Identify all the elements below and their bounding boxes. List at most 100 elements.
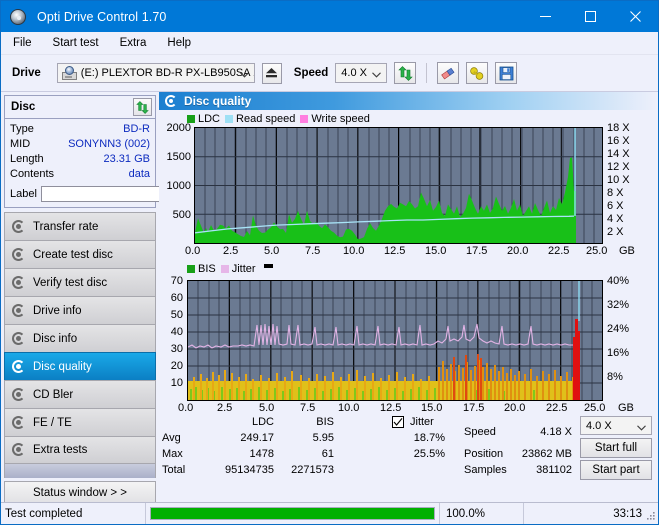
menu-item-extra[interactable]: Extra [118, 35, 149, 51]
chevron-down-icon [637, 422, 646, 434]
legend-entry-jitter: Jitter [220, 263, 256, 275]
legend-marker-icon [263, 264, 273, 268]
chart-ldc-yticr-8: 8 X [607, 187, 624, 199]
speed-select[interactable]: 4.0 X [335, 63, 388, 83]
disc-icon [12, 387, 26, 402]
chart-ldc-ytick-1000: 1000 [166, 180, 191, 192]
chart-ldc-xlabel: GB [619, 245, 635, 257]
sidebar-item-cd-bler[interactable]: CD Bler [4, 380, 156, 408]
chart-bis-plot [187, 280, 603, 401]
progress-percent: 100.0% [439, 503, 523, 524]
sidebar-item-fe-te[interactable]: FE / TE [4, 408, 156, 436]
chart-bis-ytick-30: 30 [170, 343, 183, 355]
refresh-button[interactable] [394, 62, 417, 84]
chart-ldc-yticr-18: 18 X [607, 122, 630, 134]
start-part-button[interactable]: Start part [580, 460, 652, 480]
sidebar-item-verify-test-disc[interactable]: Verify test disc [4, 268, 156, 296]
chart-bis-xtick-7: 17.5 [463, 402, 485, 414]
legend-entry-read-speed: Read speed [225, 113, 295, 125]
chart-ldc-ytick-500: 500 [172, 209, 191, 221]
resize-grip[interactable] [644, 510, 656, 522]
disc-icon [12, 247, 26, 262]
progress-cell [145, 503, 439, 524]
disc-icon [12, 415, 26, 430]
disc-row-contents: Contents data [10, 167, 150, 182]
chart-bis-yticr-32: 32% [607, 299, 630, 311]
chart-bis-legend: BIS Jitter [187, 262, 273, 276]
sidebar-item-disc-info[interactable]: Disc info [4, 324, 156, 352]
chart-bis-ytick-20: 20 [170, 360, 183, 372]
chart-bis-yticr-16: 16% [607, 347, 630, 359]
drive-select-value: (E:) PLEXTOR BD-R PX-LB950SA 1.06 [80, 67, 254, 79]
chart-bis-ytick-60: 60 [170, 292, 183, 304]
disc-icon [12, 331, 26, 346]
chart-ldc-xtick-9: 22.5 [548, 245, 570, 257]
sidebar-item-drive-info[interactable]: Drive info [4, 296, 156, 324]
disc-refresh-button[interactable] [133, 98, 152, 116]
disc-row-contents-key: Contents [10, 168, 55, 180]
chart-ldc-xtick-7: 17.5 [466, 245, 488, 257]
legend-swatch-bis [187, 265, 195, 273]
disc-icon [12, 359, 26, 374]
chart-bis-yticr-8: 8% [607, 371, 623, 383]
menu-item-file[interactable]: File [11, 35, 34, 51]
sidebar-item-create-test-disc[interactable]: Create test disc [4, 240, 156, 268]
start-full-button[interactable]: Start full [580, 438, 652, 458]
page-title: Disc quality [184, 94, 252, 108]
disc-panel: Disc Type BD-R MID SONYNN3 (002) Length … [4, 95, 244, 208]
sidebar-item-label: Transfer rate [33, 220, 99, 233]
disc-icon [12, 443, 26, 457]
panel-header: Disc quality [159, 92, 658, 110]
legend-label-jitter: Jitter [231, 263, 256, 275]
legend-swatch-write-speed [300, 115, 309, 123]
disc-row-contents-value: data [128, 168, 150, 180]
disc-row-type-value: BD-R [123, 123, 150, 135]
chart-bis-xtick-9: 22.5 [546, 402, 568, 414]
disc-row-mid-key: MID [10, 138, 31, 150]
sidebar-item-extra-tests[interactable]: Extra tests [4, 436, 156, 464]
sidebar-item-label: Extra tests [33, 444, 88, 456]
sidebar-item-label: Drive info [33, 304, 82, 317]
disc-row-mid-value: SONYNN3 (002) [68, 138, 150, 150]
stats-panel: LDC BIS Jitter Avg 249.17 5.95 18.7% Max… [159, 414, 658, 480]
main-body: Disc Type BD-R MID SONYNN3 (002) Length … [1, 92, 658, 505]
erase-button[interactable] [437, 62, 460, 84]
minimize-icon[interactable] [523, 1, 568, 32]
sidebar-item-label: Create test disc [33, 248, 113, 261]
chart-bis-xtick-6: 15.0 [421, 402, 443, 414]
sidebar-item-transfer-rate[interactable]: Transfer rate [4, 212, 156, 240]
chart-bis-ytick-40: 40 [170, 326, 183, 338]
sidebar-item-disc-quality[interactable]: Disc quality [4, 352, 156, 380]
disc-info-rows: Type BD-R MID SONYNN3 (002) Length 23.31… [5, 119, 244, 207]
legend-entry-write-speed: Write speed [300, 113, 370, 125]
disc-panel-title: Disc [11, 101, 36, 113]
menu-item-help[interactable]: Help [165, 35, 193, 51]
chart-ldc-xtick-3: 7.5 [305, 245, 321, 257]
chart-bis: BIS Jitter 70 60 50 40 30 20 10 40% 32% … [159, 262, 658, 414]
sidebar-nav: Transfer rate Create test disc Verify te… [4, 212, 156, 464]
stats-samples-value: 381102 [536, 464, 572, 476]
disc-label-row: Label [10, 185, 244, 203]
app-window: Opti Drive Control 1.70 File Start test … [0, 0, 659, 525]
test-speed-select[interactable]: 4.0 X [580, 416, 652, 435]
chart-ldc-xtick-5: 12.5 [384, 245, 406, 257]
maximize-icon[interactable] [568, 1, 613, 32]
chart-ldc-yticr-4: 4 X [607, 213, 624, 225]
speed-select-value: 4.0 X [341, 67, 367, 79]
menu-item-start-test[interactable]: Start test [51, 35, 101, 51]
chart-ldc-xtick-1: 2.5 [223, 245, 239, 257]
plug-button[interactable] [466, 62, 489, 84]
drive-label: Drive [12, 67, 41, 79]
eject-button[interactable] [261, 62, 282, 84]
drive-select[interactable]: (E:) PLEXTOR BD-R PX-LB950SA 1.06 [56, 63, 255, 83]
chart-ldc-yticr-16: 16 X [607, 135, 630, 147]
drive-toolbar: Drive (E:) PLEXTOR BD-R PX-LB950SA 1.06 … [1, 55, 658, 92]
elapsed-time: 33:13 [523, 503, 658, 524]
disc-panel-header: Disc [5, 96, 155, 119]
disc-row-mid: MID SONYNN3 (002) [10, 137, 150, 152]
sidebar-item-label: Disc info [33, 332, 78, 345]
close-icon[interactable] [613, 1, 658, 32]
chart-ldc-ytick-2000: 2000 [166, 122, 191, 134]
chart-ldc-plot [194, 127, 603, 244]
save-button[interactable] [495, 62, 518, 84]
